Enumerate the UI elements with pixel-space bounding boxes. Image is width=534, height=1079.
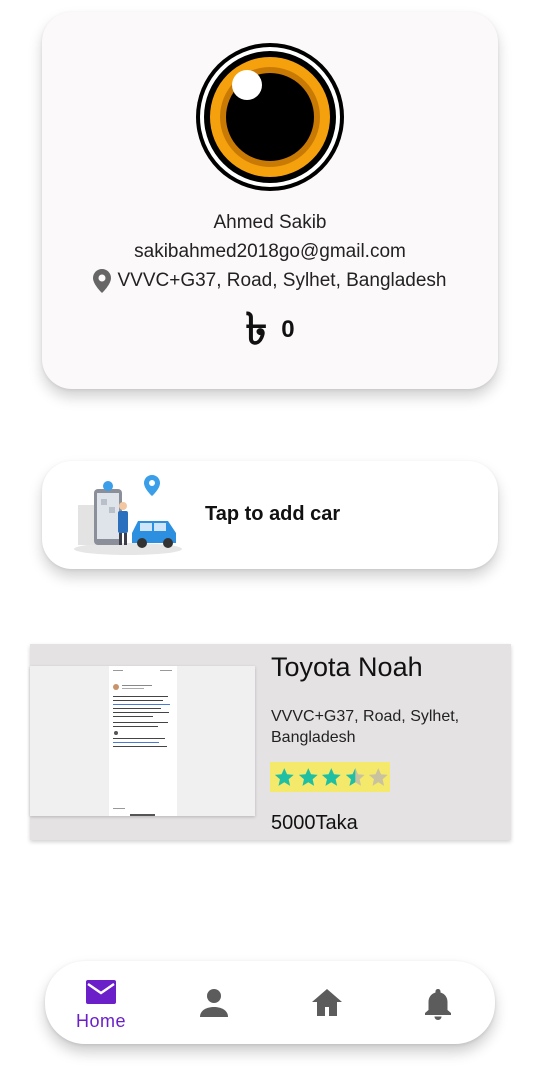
profile-address: VVVC+G37, Road, Sylhet, Bangladesh	[42, 269, 498, 293]
taka-icon: ৳	[245, 304, 268, 355]
profile-name: Ahmed Sakib	[213, 212, 327, 233]
car-thumbnail-image	[30, 666, 255, 816]
mail-icon	[86, 980, 116, 1004]
nav-item-profile[interactable]	[174, 961, 254, 1044]
car-address: VVVC+G37, Road, Sylhet, Bangladesh	[271, 708, 460, 746]
home-icon	[312, 989, 342, 1016]
car-thumbnail	[30, 666, 255, 816]
eye-avatar-icon[interactable]	[195, 42, 345, 192]
add-car-button[interactable]: Tap to add car	[42, 461, 498, 569]
location-pin-icon	[93, 269, 112, 293]
star-icon	[274, 767, 294, 786]
car-listing-card[interactable]: Toyota Noah VVVC+G37, Road, Sylhet, Bang…	[30, 644, 511, 840]
car-title: Toyota Noah	[271, 652, 423, 682]
rating-stars	[270, 762, 390, 792]
profile-card: Ahmed Sakib sakibahmed2018go@gmail.com V…	[42, 12, 498, 389]
nav-item-house[interactable]	[287, 961, 367, 1044]
star-icon	[322, 767, 341, 786]
balance-value: 0	[281, 316, 295, 343]
balance-row: ৳ 0	[42, 308, 498, 352]
star-empty-icon	[369, 767, 389, 786]
bell-icon	[425, 989, 451, 1020]
car-price: 5000Taka	[271, 812, 358, 834]
star-icon	[298, 767, 318, 786]
app-screen: Ahmed Sakib sakibahmed2018go@gmail.com V…	[0, 0, 534, 1079]
add-car-label: Tap to add car	[205, 503, 341, 525]
star-half-icon	[345, 767, 365, 786]
nav-item-home[interactable]: Home	[61, 961, 141, 1044]
bottom-navigation: Home	[45, 961, 495, 1044]
car-location-illustration	[74, 475, 182, 555]
person-icon	[200, 989, 228, 1017]
nav-item-notifications[interactable]	[398, 961, 478, 1044]
nav-label-home: Home	[75, 1011, 126, 1031]
profile-email: sakibahmed2018go@gmail.com	[134, 241, 406, 262]
profile-address-text: VVVC+G37, Road, Sylhet, Bangladesh	[117, 270, 447, 291]
